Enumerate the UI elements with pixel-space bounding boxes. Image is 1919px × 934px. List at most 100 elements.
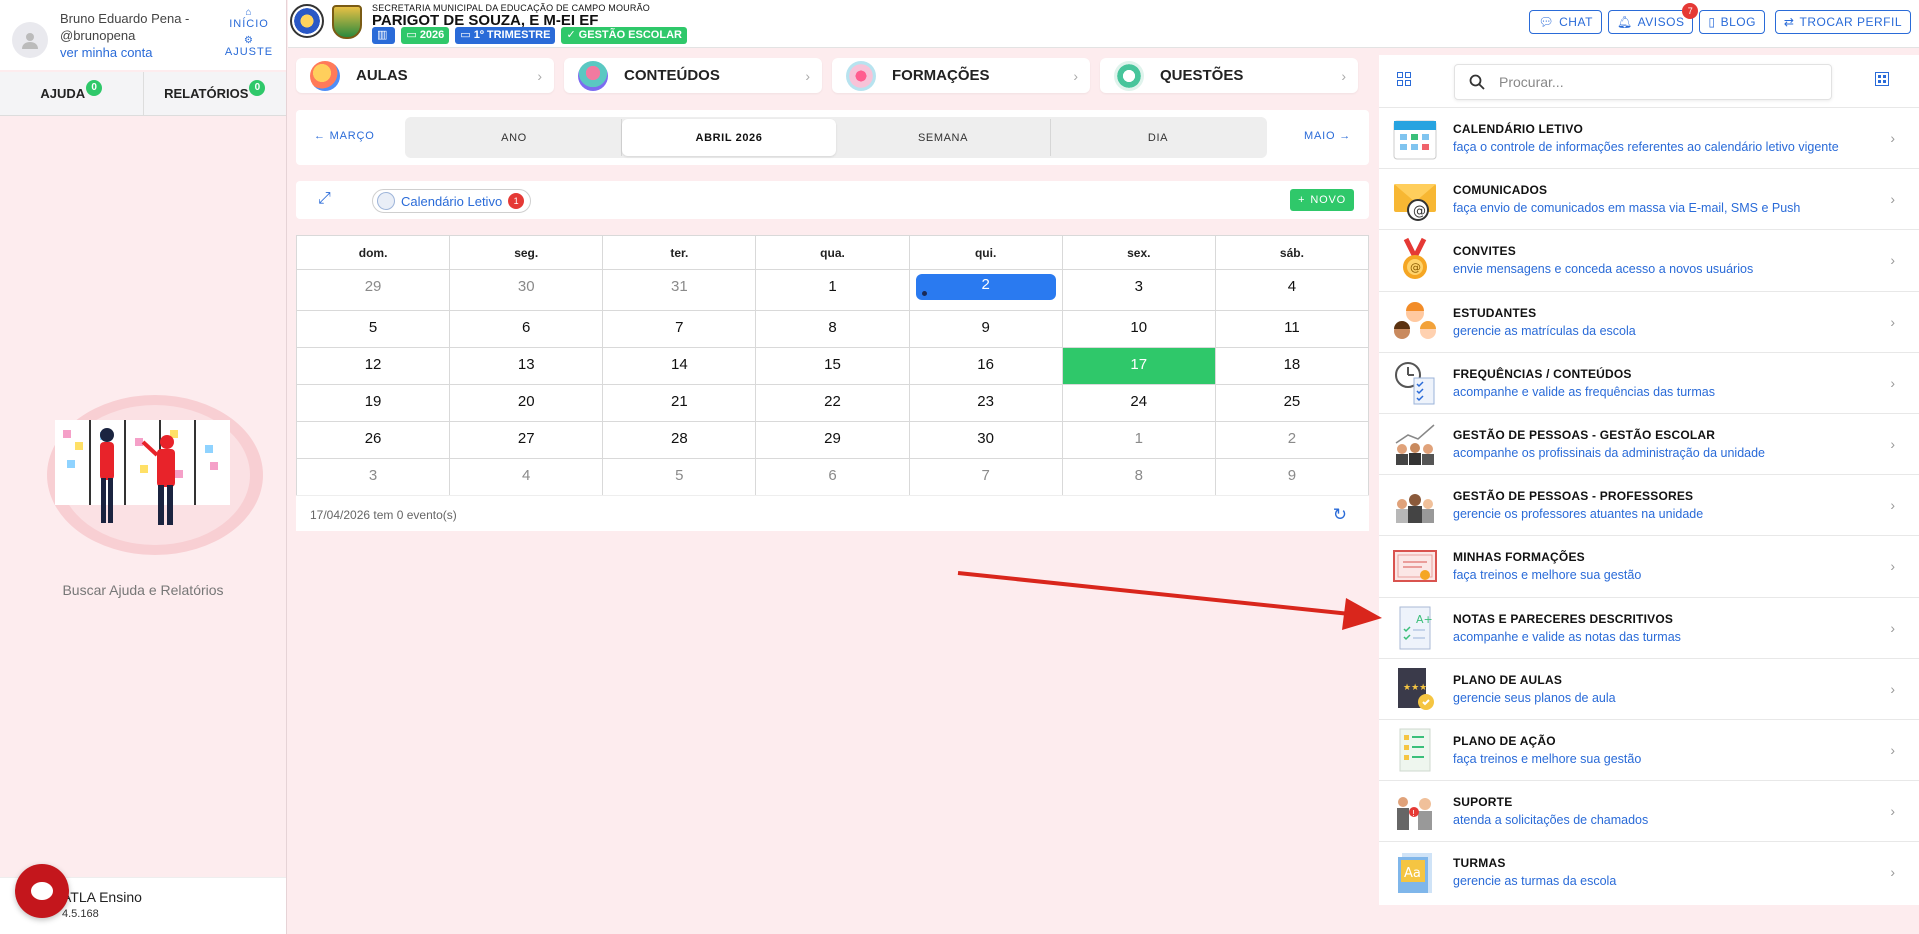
view-dia[interactable]: DIA: [1051, 119, 1265, 156]
help-tabs: AJUDA 0 RELATÓRIOS 0: [0, 72, 286, 116]
chat-fab-button[interactable]: [15, 864, 69, 918]
shortcut-notas-pareceres[interactable]: A+ NOTAS E PARECERES DESCRITIVOS acompanh…: [1379, 596, 1919, 658]
day-cell[interactable]: 4: [449, 458, 604, 496]
module-conteudos[interactable]: CONTEÚDOS ›: [564, 58, 822, 93]
day-cell[interactable]: 30: [449, 269, 604, 311]
home-nav[interactable]: ⌂ INÍCIO: [224, 8, 274, 31]
shortcut-gestao-escolar[interactable]: GESTÃO DE PESSOAS - GESTÃO ESCOLAR acompa…: [1379, 412, 1919, 474]
shortcut-comunicados[interactable]: @ COMUNICADOS faça envio de comunicados e…: [1379, 168, 1919, 229]
day-cell[interactable]: 8: [1061, 458, 1216, 496]
day-cell[interactable]: 30: [908, 421, 1063, 459]
day-cell[interactable]: 10: [1061, 310, 1216, 348]
user-nav: ⌂ INÍCIO ⚙ AJUSTE: [224, 8, 274, 64]
chevron-right-icon: ›: [1890, 803, 1895, 820]
avisos-button[interactable]: 🔔︎ AVISOS 7: [1607, 3, 1699, 34]
refresh-icon[interactable]: ↻: [1333, 505, 1347, 525]
tab-relatorios[interactable]: RELATÓRIOS 0: [144, 72, 287, 115]
day-cell[interactable]: 1: [1061, 421, 1216, 459]
day-cell[interactable]: 5: [602, 458, 757, 496]
shortcut-suporte[interactable]: ! SUPORTE atenda a solicitações de chamad…: [1379, 780, 1919, 841]
qr-code-icon[interactable]: [1875, 72, 1889, 86]
grid-view-icon[interactable]: [1397, 72, 1411, 86]
day-cell[interactable]: 14: [602, 347, 757, 385]
view-ano[interactable]: ANO: [407, 119, 622, 156]
user-handle: @brunopena: [60, 28, 136, 43]
day-cell[interactable]: 5: [295, 310, 451, 348]
prev-month-button[interactable]: ← MARÇO: [314, 130, 375, 142]
calendar-filter-chip[interactable]: Calendário Letivo 1: [372, 189, 532, 213]
day-cell[interactable]: 11: [1214, 310, 1370, 348]
shortcut-plano-acao[interactable]: PLANO DE AÇÃO faça treinos e melhore sua …: [1379, 718, 1919, 780]
home-label: INÍCIO: [229, 18, 269, 30]
year-chip[interactable]: ▭ 2026: [401, 27, 450, 44]
day-cell[interactable]: 1: [755, 269, 910, 311]
search-box: [1454, 64, 1832, 100]
day-cell[interactable]: 31: [602, 269, 757, 311]
tab-ajuda[interactable]: AJUDA 0: [0, 72, 144, 115]
day-cell[interactable]: 13: [449, 347, 604, 385]
next-month-button[interactable]: MAIO →: [1304, 130, 1351, 142]
shortcut-frequencias[interactable]: FREQUÊNCIAS / CONTEÚDOS acompanhe e valid…: [1379, 351, 1919, 413]
day-cell[interactable]: 21: [602, 384, 757, 422]
day-cell[interactable]: 25: [1214, 384, 1370, 422]
shortcut-convites[interactable]: @ CONVITES envie mensagens e conceda aces…: [1379, 229, 1919, 290]
day-cell[interactable]: 8: [755, 310, 910, 348]
shortcut-professores[interactable]: GESTÃO DE PESSOAS - PROFESSORES gerencie …: [1379, 474, 1919, 535]
shortcut-turmas[interactable]: Aa TURMAS gerencie as turmas da escola ›: [1379, 841, 1919, 902]
day-cell[interactable]: 4: [1214, 269, 1370, 311]
search-input[interactable]: [1499, 74, 1799, 90]
module-questoes[interactable]: QUESTÕES ›: [1100, 58, 1358, 93]
clock-checklist-icon: [1391, 359, 1439, 407]
settings-nav[interactable]: ⚙ AJUSTE: [224, 36, 274, 59]
view-semana[interactable]: SEMANA: [836, 119, 1051, 156]
day-cell[interactable]: 27: [449, 421, 604, 459]
day-cell-selected[interactable]: 2: [908, 269, 1063, 311]
day-cell[interactable]: 15: [755, 347, 910, 385]
new-event-button[interactable]: + NOVO: [1290, 189, 1354, 211]
day-cell[interactable]: 9: [908, 310, 1063, 348]
day-cell[interactable]: 12: [295, 347, 451, 385]
swap-icon: ⇄: [1783, 15, 1795, 29]
blog-button[interactable]: ▯ BLOG: [1699, 10, 1765, 34]
expand-icon[interactable]: ⤢: [318, 190, 338, 210]
module-aulas[interactable]: AULAS ›: [296, 58, 554, 93]
shortcut-plano-aulas[interactable]: ★★★ PLANO DE AULAS gerencie seus planos d…: [1379, 657, 1919, 719]
day-cell[interactable]: 26: [295, 421, 451, 459]
shortcut-minhas-formacoes[interactable]: MINHAS FORMAÇÕES faça treinos e melhore s…: [1379, 535, 1919, 596]
day-cell[interactable]: 3: [1061, 269, 1216, 311]
weekday-header: dom.: [295, 235, 451, 270]
view-mes[interactable]: ABRIL 2026: [622, 119, 836, 156]
chevron-right-icon: ›: [1890, 864, 1895, 881]
profile-link[interactable]: ver minha conta: [60, 44, 210, 61]
profile-chip[interactable]: ✓ GESTÃO ESCOLAR: [561, 27, 687, 44]
shortcut-title: GESTÃO DE PESSOAS - GESTÃO ESCOLAR: [1453, 428, 1716, 443]
day-cell[interactable]: 18: [1214, 347, 1370, 385]
day-cell[interactable]: 16: [908, 347, 1063, 385]
day-cell[interactable]: 19: [295, 384, 451, 422]
switch-profile-button[interactable]: ⇄ TROCAR PERFIL: [1774, 10, 1911, 34]
unit-chip[interactable]: ▥: [372, 27, 396, 44]
day-cell[interactable]: 9: [1214, 458, 1370, 496]
day-cell[interactable]: 7: [908, 458, 1063, 496]
day-cell[interactable]: 24: [1061, 384, 1216, 422]
day-cell[interactable]: 7: [602, 310, 757, 348]
day-cell[interactable]: 6: [755, 458, 910, 496]
day-cell[interactable]: 29: [755, 421, 910, 459]
shortcut-subtitle: acompanhe e valide as notas das turmas: [1453, 629, 1681, 644]
module-formacoes[interactable]: FORMAÇÕES ›: [832, 58, 1090, 93]
day-cell-today[interactable]: 17: [1061, 347, 1216, 385]
day-cell[interactable]: 3: [295, 458, 451, 496]
shortcut-estudantes[interactable]: ESTUDANTES gerencie as matrículas da esco…: [1379, 290, 1919, 352]
term-chip[interactable]: ▭ 1º TRIMESTRE: [455, 27, 556, 44]
shortcut-title: FREQUÊNCIAS / CONTEÚDOS: [1453, 366, 1632, 381]
day-cell[interactable]: 22: [755, 384, 910, 422]
day-cell[interactable]: 28: [602, 421, 757, 459]
day-cell[interactable]: 23: [908, 384, 1063, 422]
shortcut-calendario-letivo[interactable]: CALENDÁRIO LETIVO faça o controle de info…: [1379, 107, 1919, 168]
day-cell[interactable]: 29: [295, 269, 451, 311]
day-cell[interactable]: 20: [449, 384, 604, 422]
day-cell[interactable]: 2: [1214, 421, 1370, 459]
avatar[interactable]: [12, 22, 48, 58]
chat-button[interactable]: 💬︎ CHAT: [1529, 10, 1602, 34]
day-cell[interactable]: 6: [449, 310, 604, 348]
